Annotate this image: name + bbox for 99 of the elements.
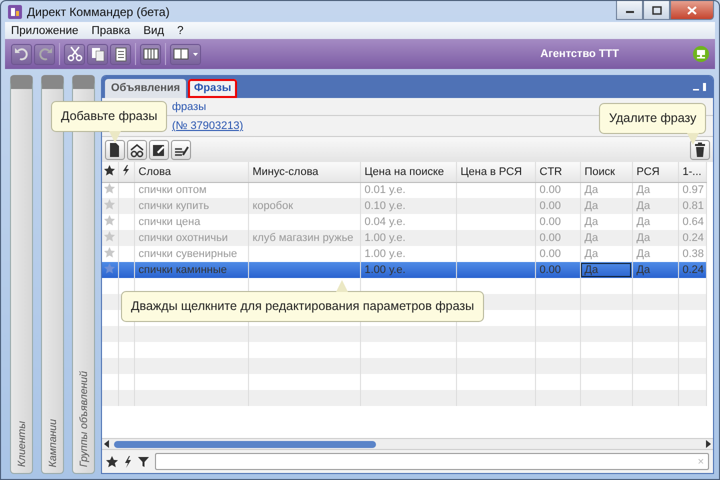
tooltip-pointer xyxy=(109,131,121,143)
tooltip-pointer xyxy=(687,133,699,145)
table-cell: 0.81 xyxy=(682,200,704,212)
table-cell: Да xyxy=(584,216,598,228)
table-cell: спички купить xyxy=(138,200,210,212)
column-header[interactable]: РСЯ xyxy=(632,162,678,182)
maximize-button[interactable] xyxy=(643,1,670,20)
table-cell: Да xyxy=(584,264,598,276)
table-cell: Да xyxy=(636,200,650,212)
scissors-button[interactable] xyxy=(64,44,85,64)
magic-wand-button[interactable] xyxy=(171,140,191,160)
table-cell: клуб магазин ружье xyxy=(252,232,354,244)
minimize-button[interactable] xyxy=(616,1,643,20)
column-header[interactable]: Цена на поиске xyxy=(360,162,456,182)
star-icon xyxy=(104,247,116,258)
view-dropdown-button[interactable] xyxy=(170,44,201,64)
table-cell: Да xyxy=(584,184,598,196)
breadcrumb-link[interactable]: фразы xyxy=(172,101,206,113)
network-status-icon xyxy=(693,46,709,62)
table-cell: 1.00 у.е. xyxy=(364,232,406,244)
undo-icon xyxy=(12,45,30,63)
tooltip: Дважды щелкните для редактирования параметров фразы xyxy=(121,291,484,322)
close-button[interactable] xyxy=(670,1,714,20)
star-icon xyxy=(104,263,116,274)
menu-item[interactable]: Приложение xyxy=(11,24,78,36)
column-header[interactable]: Поиск xyxy=(580,162,632,182)
group-link[interactable]: (№ 37903213) xyxy=(172,120,244,132)
table-cell: спички оптом xyxy=(138,184,207,196)
panel-label: Кампании xyxy=(46,418,58,467)
maximize-icon xyxy=(652,6,662,14)
tooltip: Добавьте фразы xyxy=(51,101,168,132)
table-cell: 0.01 у.е. xyxy=(364,184,406,196)
table-cell: Да xyxy=(584,248,598,260)
panel-label: Группы объявлений xyxy=(78,370,90,467)
table-cell: 0.24 xyxy=(682,232,704,244)
delete-button[interactable] xyxy=(690,140,710,160)
copy-button[interactable] xyxy=(87,44,108,64)
table-cell: 0.00 xyxy=(540,200,561,212)
columns-button[interactable] xyxy=(140,44,161,64)
table-cell: спички цена xyxy=(138,216,200,228)
table-cell: 0.00 xyxy=(540,232,561,244)
star-filter-icon[interactable] xyxy=(106,456,118,468)
table-cell: 0.10 у.е. xyxy=(364,200,406,212)
table-cell: 0.00 xyxy=(540,264,561,276)
table-cell: 1.00 у.е. xyxy=(364,248,406,260)
table-cell: 0.64 xyxy=(682,216,704,228)
window-title: Директ Коммандер (бета) xyxy=(27,4,171,18)
star-icon xyxy=(104,199,116,210)
table-cell: 1.00 у.е. xyxy=(364,264,406,276)
star-icon xyxy=(104,215,116,226)
star-icon xyxy=(104,164,116,176)
table-cell: коробок xyxy=(252,200,294,212)
collapsed-panel[interactable]: Клиенты xyxy=(10,75,33,474)
add-phrase-button[interactable] xyxy=(105,140,125,160)
column-header[interactable]: 1-... xyxy=(678,162,706,182)
table-cell: Да xyxy=(584,232,598,244)
table-cell: Да xyxy=(636,248,650,260)
app-icon xyxy=(8,4,22,18)
edit-button[interactable] xyxy=(149,140,169,160)
table-cell: Да xyxy=(584,200,598,212)
lightning-filter-icon[interactable] xyxy=(124,456,132,468)
table-cell: Да xyxy=(636,216,650,228)
column-header[interactable]: Слова xyxy=(134,162,248,182)
clipboard-button[interactable] xyxy=(110,44,131,64)
table-cell: 0.38 xyxy=(682,248,704,260)
redo-button[interactable] xyxy=(34,44,55,64)
account-name: Агентство ТТТ xyxy=(540,48,619,60)
scrollbar-thumb[interactable] xyxy=(114,440,376,448)
undo-button[interactable] xyxy=(11,44,32,64)
menu-item[interactable]: ? xyxy=(177,24,184,36)
lightning-icon xyxy=(122,164,130,176)
panel-label: Клиенты xyxy=(16,420,28,467)
table-cell: 0.04 у.е. xyxy=(364,216,406,228)
table-cell: спички каминные xyxy=(138,264,227,276)
table-cell: 0.00 xyxy=(540,248,561,260)
column-header[interactable]: Цена в РСЯ xyxy=(456,162,535,182)
menu-item[interactable]: Правка xyxy=(91,24,130,36)
menu-item[interactable]: Вид xyxy=(143,24,164,36)
table-cell: спички сувенирные xyxy=(138,248,238,260)
tab[interactable]: Объявления xyxy=(105,79,186,98)
close-icon xyxy=(687,6,697,14)
table-cell: Да xyxy=(636,264,650,276)
table-cell: 0.00 xyxy=(540,216,561,228)
table-cell: спички охотничьи xyxy=(138,232,228,244)
filter-icon[interactable] xyxy=(138,456,149,467)
panel-controls-icon xyxy=(693,83,707,91)
table-cell: 0.00 xyxy=(540,184,561,196)
column-header[interactable]: Минус-слова xyxy=(248,162,360,182)
star-icon xyxy=(104,231,116,242)
table-cell: Да xyxy=(636,184,650,196)
column-header[interactable]: CTR xyxy=(535,162,580,182)
table-cell: 0.24 xyxy=(682,264,704,276)
tooltip-pointer xyxy=(336,280,348,292)
scissors-icon xyxy=(66,45,84,63)
tooltip: Удалите фразу xyxy=(599,103,706,134)
table-cell: 0.97 xyxy=(682,184,704,196)
star-icon xyxy=(104,183,116,194)
table-cell: Да xyxy=(636,232,650,244)
tab[interactable]: Фразы xyxy=(188,79,238,98)
